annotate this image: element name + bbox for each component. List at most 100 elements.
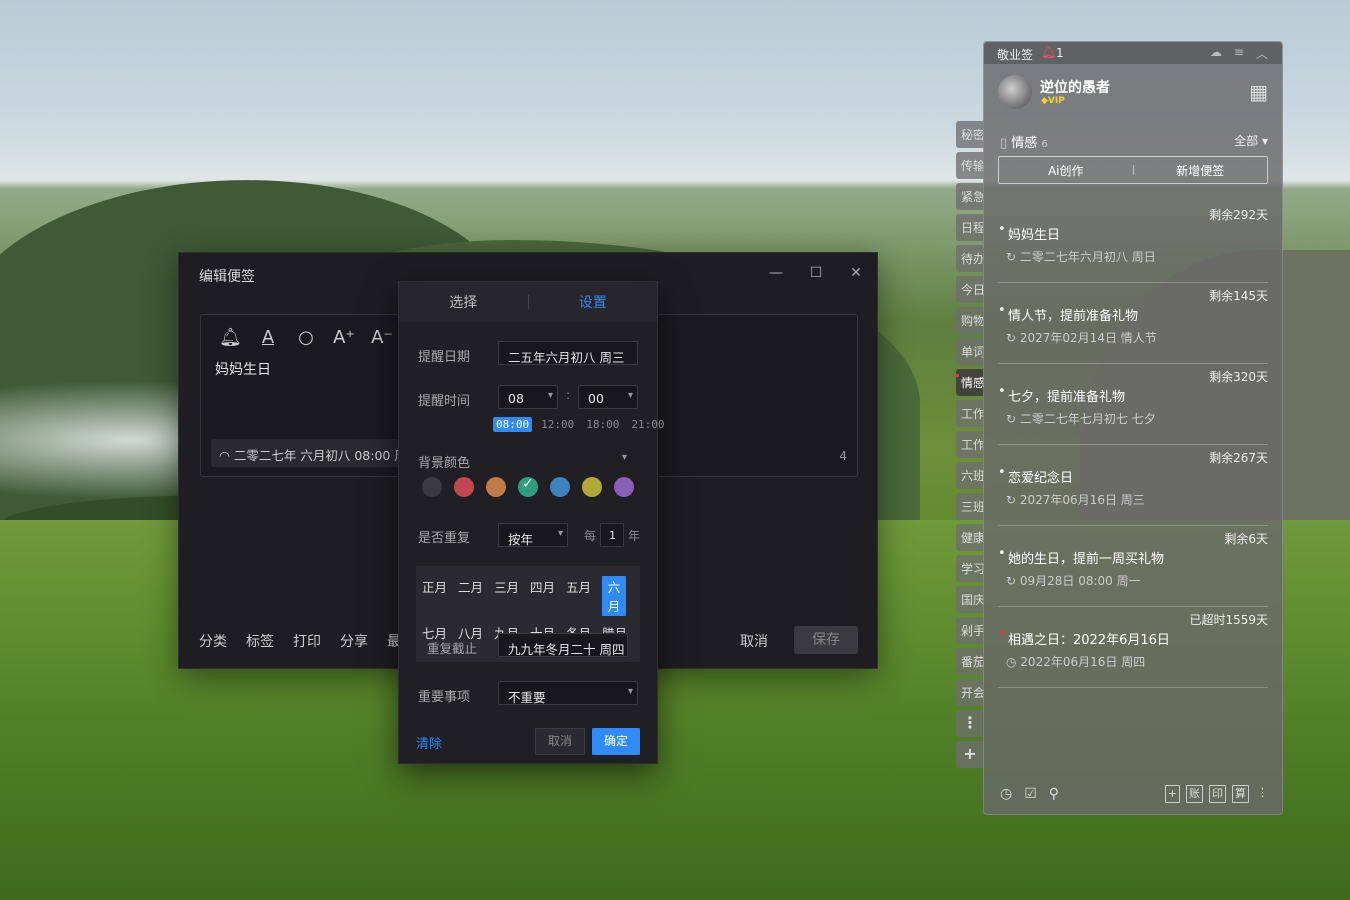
calculator-icon[interactable]: 算 [1232,785,1249,803]
user-name[interactable]: 逆位的愚者 [1040,77,1110,97]
reminder-chip[interactable]: ◠ 二零二七年 六月初八 08:00 周 [211,439,411,467]
repeat-select[interactable]: 按年 [498,523,568,547]
color-swatch[interactable] [454,477,474,497]
remain-days: 剩余267天 [1209,451,1268,465]
add-icon[interactable]: + [956,741,984,768]
side-tab[interactable]: 健康 [956,524,984,551]
list-item[interactable]: 剩余145天情人节，提前准备礼物 ↻ 2027年02月14日 情人节 [998,283,1268,364]
color-swatch[interactable] [582,477,602,497]
clear-button[interactable]: 清除 [416,733,442,752]
remind-time-label: 提醒时间 [418,394,471,409]
quick-time-0800[interactable]: 08:00 [493,417,533,432]
ai-create-button[interactable]: Ai创作 [999,162,1133,179]
color-swatch[interactable] [614,477,634,497]
menu-icon[interactable]: ≡ [1234,45,1244,62]
print-icon[interactable]: 印 [1209,785,1226,803]
confirm-button[interactable]: 确定 [592,728,640,755]
minimize-icon[interactable]: — [769,265,783,281]
quick-time-1200[interactable]: 12:00 [538,417,577,432]
side-tab[interactable]: 待办 [956,245,984,272]
share-button[interactable]: 分享 [340,631,368,651]
month-option[interactable]: 四月 [530,576,566,616]
clock-icon[interactable]: ◷ [1000,786,1012,802]
side-tab[interactable]: 紧急 [956,183,984,210]
repeat-end-field[interactable]: 九九年冬月二十 周四 [498,633,628,657]
color-swatch[interactable] [518,476,538,497]
color-swatch[interactable] [422,477,442,497]
category-filter[interactable]: 全部 ▾ [1234,132,1268,149]
cloud-icon[interactable]: ☁ [1210,45,1222,62]
tab-settings[interactable]: 设置 [529,292,658,312]
side-tab[interactable]: 学习 [956,555,984,582]
side-tab[interactable]: 六班 [956,462,984,489]
month-option[interactable]: 正月 [422,576,458,616]
list-item[interactable]: 剩余320天七夕，提前准备礼物 ↻ 二零二七年七月初七 七夕 [998,364,1268,445]
note-date-text: 2027年02月14日 情人节 [1019,331,1157,345]
remain-days: 剩余145天 [1209,289,1268,303]
list-item[interactable]: 已超时1559天相遇之日：2022年6月16日 ◷ 2022年06月16日 周四 [998,607,1268,688]
note-text[interactable]: 妈妈生日 [215,359,271,379]
checklist-icon[interactable]: ☑ [1024,786,1037,802]
side-tab[interactable]: 工作 [956,400,984,427]
month-option[interactable]: 三月 [494,576,530,616]
dialog-cancel-button[interactable]: 取消 [535,728,585,755]
category-button[interactable]: 分类 [199,631,227,651]
close-icon[interactable]: ✕ [849,265,863,281]
bell-icon[interactable]: 🔔︎ [219,327,242,348]
text-color-icon[interactable]: A [257,327,279,348]
side-tab[interactable]: 情感 [956,369,984,396]
important-select[interactable]: 不重要 [498,681,638,705]
bell-icon[interactable]: 🔔︎ [1041,45,1056,59]
side-tab[interactable]: 番茄 [956,648,984,675]
side-tab[interactable]: 三班 [956,493,984,520]
font-increase-icon[interactable]: A⁺ [333,327,355,348]
more-vertical-icon[interactable]: ⋮ [956,710,984,737]
cancel-button[interactable]: 取消 [740,631,768,651]
side-tab[interactable]: 单词 [956,338,984,365]
month-option[interactable]: 六月 [602,576,626,616]
side-tab[interactable]: 秘密 [956,121,984,148]
avatar[interactable] [998,75,1032,109]
every-count-input[interactable]: 1 [600,523,624,547]
side-tab[interactable]: 日程 [956,214,984,241]
remind-date-field[interactable]: 二五年六月初八 周三 [498,341,638,365]
new-note-button[interactable]: 新增便签 [1134,162,1268,179]
color-swatch[interactable] [550,477,570,497]
month-option[interactable]: 五月 [566,576,602,616]
side-tab[interactable]: 今日 [956,276,984,303]
chevron-up-icon[interactable]: ︿ [1256,45,1268,62]
clock-icon: ◷ [1006,655,1021,669]
minute-select[interactable]: 00 [578,385,638,409]
calendar-icon[interactable]: ▦ [1249,80,1268,104]
side-tab[interactable]: 工作 [956,431,984,458]
side-tab[interactable]: 开会 [956,679,984,706]
side-tab[interactable]: 传输 [956,152,984,179]
side-tab[interactable]: 剁手 [956,617,984,644]
side-tab[interactable]: 国庆 [956,586,984,613]
quick-time-1800[interactable]: 18:00 [583,417,622,432]
time-colon: : [566,388,571,402]
print-button[interactable]: 打印 [293,631,321,651]
search-icon[interactable]: ○ [295,327,317,348]
note-title: 相遇之日：2022年6月16日 [998,627,1170,648]
hour-select[interactable]: 08 [498,385,558,409]
list-item[interactable]: 剩余267天恋爱纪念日 ↻ 2027年06月16日 周三 [998,445,1268,526]
add-icon[interactable]: + [1164,785,1180,803]
side-tab[interactable]: 购物 [956,307,984,334]
month-option[interactable]: 二月 [458,576,494,616]
account-icon[interactable]: 账 [1186,785,1203,803]
list-item[interactable]: 剩余6天她的生日，提前一周买礼物 ↻ 09月28日 08:00 周一 [998,526,1268,607]
tab-select[interactable]: 选择 [399,292,528,312]
every-label: 每 [584,529,597,543]
font-decrease-icon[interactable]: A⁻ [371,327,393,348]
tag-button[interactable]: 标签 [246,631,274,651]
chevron-down-icon[interactable]: ▾ [622,452,627,463]
maximize-icon[interactable]: ☐ [809,265,823,281]
more-vertical-icon[interactable]: ⋮ [1255,785,1270,803]
color-swatch[interactable] [486,477,506,497]
save-button[interactable]: 保存 [794,626,858,654]
search-icon[interactable]: ⚲ [1049,786,1059,802]
note-title: 妈妈生日 [998,222,1060,243]
quick-time-2100[interactable]: 21:00 [628,417,667,432]
list-item[interactable]: 剩余292天妈妈生日 ↻ 二零二七年六月初八 周日 [998,202,1268,283]
